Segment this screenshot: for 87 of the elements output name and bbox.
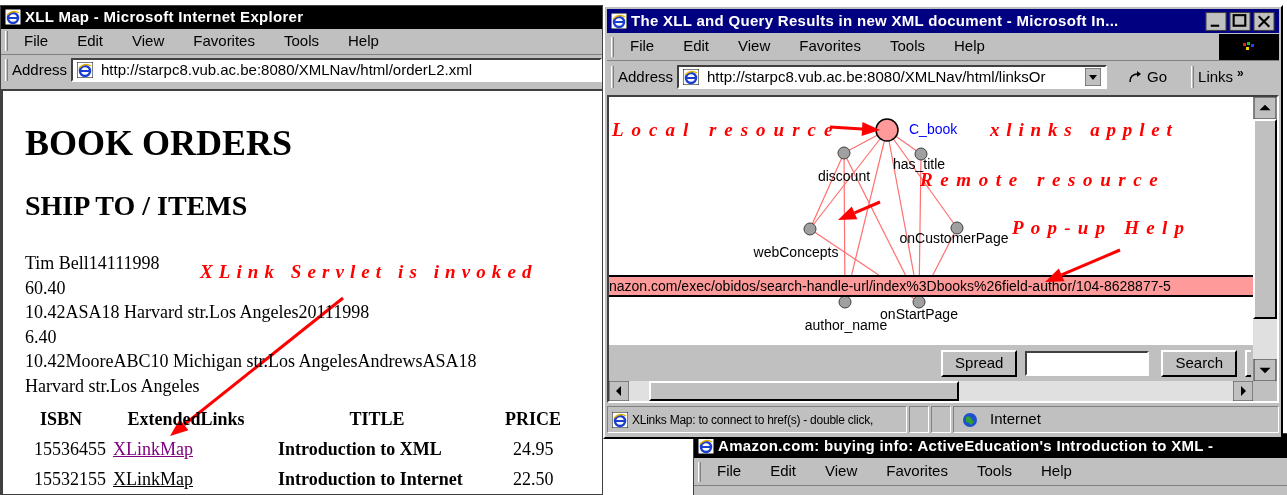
node-label: C_book xyxy=(909,121,958,137)
annotation-text: xlinks applet xyxy=(990,118,1179,142)
browser-logo-icon xyxy=(683,69,700,85)
scroll-thumb[interactable] xyxy=(649,381,959,401)
browser-logo-icon xyxy=(612,411,628,428)
tooltip: nazon.com/exec/obidos/search-handle-url/index%3Dbooks%26field-author/104-8628877-5 xyxy=(609,275,1253,297)
column-header: TITLE xyxy=(349,408,405,431)
table-cell-text: 24.95 xyxy=(512,438,555,461)
horizontal-scrollbar[interactable] xyxy=(609,381,1253,401)
window-title: XLL Map - Microsoft Internet Explorer xyxy=(25,7,304,27)
dropdown-icon[interactable] xyxy=(1085,68,1102,86)
page-heading: BOOK ORDERS xyxy=(25,122,294,165)
links-button[interactable]: Links xyxy=(1198,65,1234,89)
scroll-down-icon[interactable] xyxy=(1253,359,1277,381)
search-button[interactable]: Search xyxy=(1161,349,1237,377)
status-panel xyxy=(931,406,951,433)
scroll-up-icon[interactable] xyxy=(1253,97,1277,119)
spread-button[interactable]: Spread xyxy=(941,349,1018,377)
menu-item[interactable]: View xyxy=(825,460,858,483)
annotation-text: Pop-up Help xyxy=(1012,216,1192,240)
column-header: ISBN xyxy=(40,408,82,431)
globe-icon xyxy=(962,411,978,428)
text-line: Tim Bell14111998 xyxy=(25,252,160,275)
window-title: The XLL and Query Results in new XML document - Microsoft In... xyxy=(631,10,1119,31)
graph-node[interactable] xyxy=(875,118,899,142)
link[interactable]: XLinkMap xyxy=(113,469,193,489)
menu-item[interactable]: File xyxy=(717,460,742,483)
status-text: XLinks Map: to connect to href(s) - double click, xyxy=(632,411,874,429)
table-cell-text: 22.50 xyxy=(512,468,555,491)
node-label: onCustomerPage xyxy=(899,230,1009,246)
address-label: Address xyxy=(618,66,674,87)
table-cell-text: 15536455 xyxy=(33,438,107,461)
menu-item[interactable]: Favorites xyxy=(886,460,948,483)
annotation-text: Remote resource xyxy=(920,169,1166,192)
menu-item[interactable]: Favorites xyxy=(799,35,861,58)
menu-item[interactable]: View xyxy=(132,30,165,53)
status-zone: Internet xyxy=(990,409,1041,430)
more-button[interactable]: » xyxy=(1237,64,1244,82)
node-label: webConcepts xyxy=(753,244,839,260)
table-cell-text: Introduction to XML xyxy=(277,438,443,461)
logo-icon xyxy=(1219,33,1279,60)
status-panel xyxy=(909,406,929,433)
menu-item[interactable]: Tools xyxy=(283,30,319,53)
text-line: 6.40 xyxy=(25,325,57,349)
minimize-icon[interactable] xyxy=(1205,11,1227,31)
address-field[interactable]: http://starpc8.vub.ac.be:8080/XMLNav/html/linksOr xyxy=(677,65,1108,89)
menu-item[interactable]: Tools xyxy=(976,460,1012,483)
vertical-scrollbar[interactable] xyxy=(1253,97,1277,381)
node-label: has_title xyxy=(892,156,946,172)
address-label: Address xyxy=(12,59,68,80)
menu-item[interactable]: File xyxy=(630,35,655,58)
menu-item[interactable]: Help xyxy=(954,35,985,58)
menu-item[interactable]: Tools xyxy=(889,35,925,58)
menu-item[interactable]: File xyxy=(24,30,49,53)
menu-item[interactable]: View xyxy=(738,35,771,58)
scroll-left-icon[interactable] xyxy=(609,381,629,401)
browser-logo-icon xyxy=(611,13,627,29)
menu-item[interactable]: Edit xyxy=(77,30,104,53)
section-heading: SHIP TO / ITEMS xyxy=(25,189,249,223)
column-header: PRICE xyxy=(505,408,561,431)
address-field[interactable]: http://starpc8.vub.ac.be:8080/XMLNav/html/orderL2.xml xyxy=(71,57,602,82)
graph-node[interactable] xyxy=(950,221,964,235)
table-cell-text: Introduction to Internet xyxy=(277,468,464,491)
menu-item[interactable]: Help xyxy=(1041,460,1072,483)
table-cell-text: 15532155 xyxy=(33,468,107,491)
annotation-text: XLink Servlet is invoked xyxy=(200,260,538,284)
text-line: 60.40 xyxy=(25,276,66,300)
browser-logo-icon xyxy=(77,61,94,78)
button[interactable] xyxy=(1245,349,1251,377)
graph-node[interactable] xyxy=(803,222,817,236)
close-icon[interactable] xyxy=(1253,11,1275,31)
text-line: Harvard str.Los Angeles xyxy=(25,374,200,398)
menu-item[interactable]: Edit xyxy=(683,35,710,58)
link[interactable]: XLinkMap xyxy=(113,439,193,459)
scroll-right-icon[interactable] xyxy=(1233,381,1253,401)
menu-item[interactable]: Edit xyxy=(770,460,797,483)
node-label: discount xyxy=(817,168,871,184)
window-title: Amazon.com: buying info: ActiveEducation's Introduction to XML - xyxy=(718,435,1214,456)
go-button[interactable]: Go xyxy=(1123,65,1172,89)
browser-logo-icon xyxy=(5,9,21,26)
menu-item[interactable]: Help xyxy=(348,30,379,53)
annotation-arrow xyxy=(838,200,881,220)
maximize-icon[interactable] xyxy=(1229,11,1251,31)
annotation-text: Local resource xyxy=(612,118,841,142)
search-field[interactable] xyxy=(1025,350,1150,376)
graph-node[interactable] xyxy=(837,146,851,160)
menu-item[interactable]: Favorites xyxy=(193,30,255,53)
